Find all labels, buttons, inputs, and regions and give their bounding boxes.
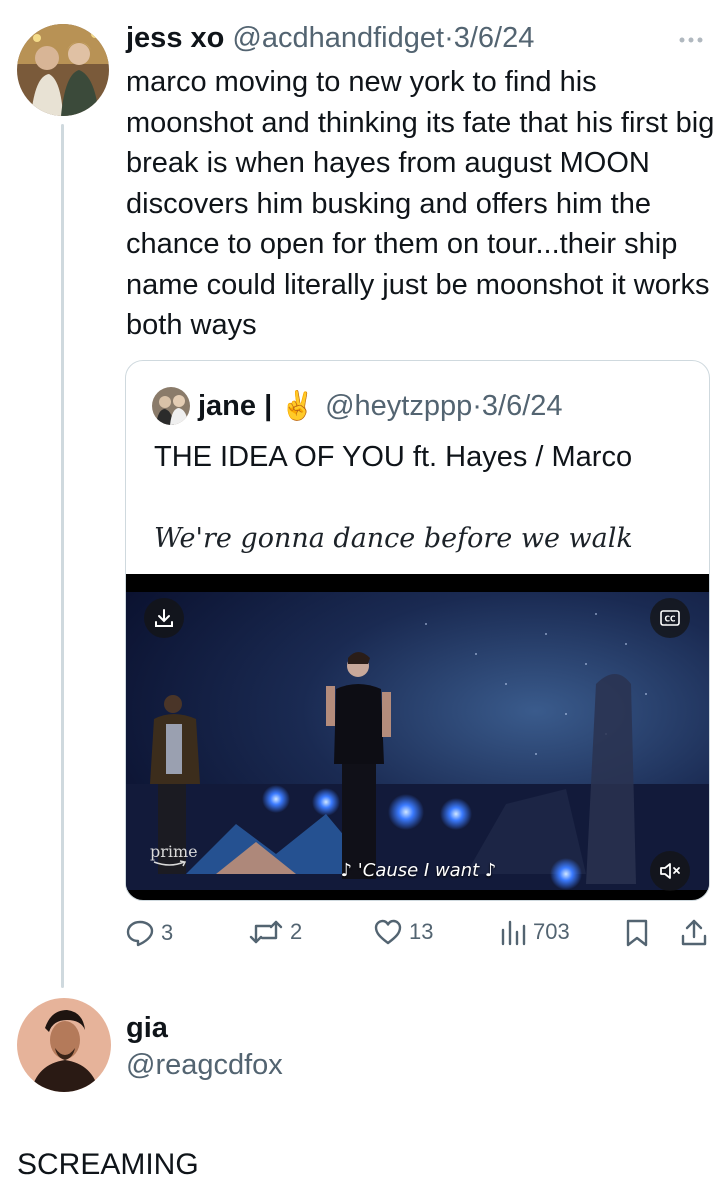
reply-author-handle[interactable]: @reagcdfox: [126, 1047, 283, 1083]
bookmark-button[interactable]: [624, 918, 650, 948]
tweet-header: jess xo @acdhandfidget·3/6/24: [126, 20, 534, 56]
reply-avatar[interactable]: [17, 998, 111, 1092]
download-icon[interactable]: [144, 598, 184, 638]
separator-dot: ·: [444, 22, 454, 54]
quote-text-lyric: We're gonna dance before we walk: [154, 523, 633, 554]
reply-icon: [126, 920, 154, 947]
reply-count: 3: [161, 920, 174, 945]
retweet-count: 2: [290, 919, 303, 944]
views-icon: [501, 920, 526, 946]
share-button[interactable]: [680, 918, 708, 948]
author-handle[interactable]: @acdhandfidget: [232, 22, 444, 54]
reply-author-name[interactable]: gia: [126, 1010, 168, 1046]
tweet-text: marco moving to new york to find his moo…: [126, 66, 715, 341]
quote-header: jane | ✌️ @heytzppp · 3/6/24: [152, 387, 563, 425]
video-player[interactable]: CC prime ♪ 'Cause I want ♪: [126, 574, 709, 900]
captions-icon[interactable]: CC: [650, 598, 690, 638]
like-button[interactable]: 13: [373, 918, 433, 946]
views-count: 703: [533, 919, 570, 944]
video-watermark: prime: [150, 842, 198, 861]
quote-text-title: THE IDEA OF YOU ft. Hayes / Marco: [154, 441, 633, 473]
video-subtitle: ♪ 'Cause I want ♪: [340, 860, 497, 881]
thread-line: [61, 124, 64, 988]
tweet-date[interactable]: 3/6/24: [454, 22, 535, 54]
quoted-tweet[interactable]: jane | ✌️ @heytzppp · 3/6/24 THE IDEA OF Y…: [125, 360, 710, 901]
bookmark-icon: [626, 919, 648, 947]
heart-icon: [374, 919, 402, 945]
views-button[interactable]: 703: [499, 918, 570, 946]
retweet-button[interactable]: 2: [248, 918, 302, 946]
more-dots-icon[interactable]: [678, 24, 704, 50]
author-name[interactable]: jess xo: [126, 22, 224, 54]
video-frame: [126, 574, 709, 890]
svg-text:CC: CC: [664, 615, 676, 624]
separator-dot: ·: [472, 390, 482, 422]
victory-hand-emoji: ✌️: [280, 390, 316, 421]
like-count: 13: [409, 919, 434, 944]
quote-avatar: [152, 387, 190, 425]
retweet-icon: [249, 920, 283, 944]
action-bar: 3 2 13 703: [125, 918, 715, 954]
avatar[interactable]: [17, 24, 109, 116]
quote-author-handle: @heytzppp: [325, 390, 473, 422]
quote-date: 3/6/24: [481, 390, 563, 422]
quote-author-name: jane |: [198, 390, 273, 422]
reply-text: SCREAMING: [17, 1148, 199, 1181]
share-icon: [681, 919, 707, 946]
reply-button[interactable]: 3: [125, 918, 173, 948]
